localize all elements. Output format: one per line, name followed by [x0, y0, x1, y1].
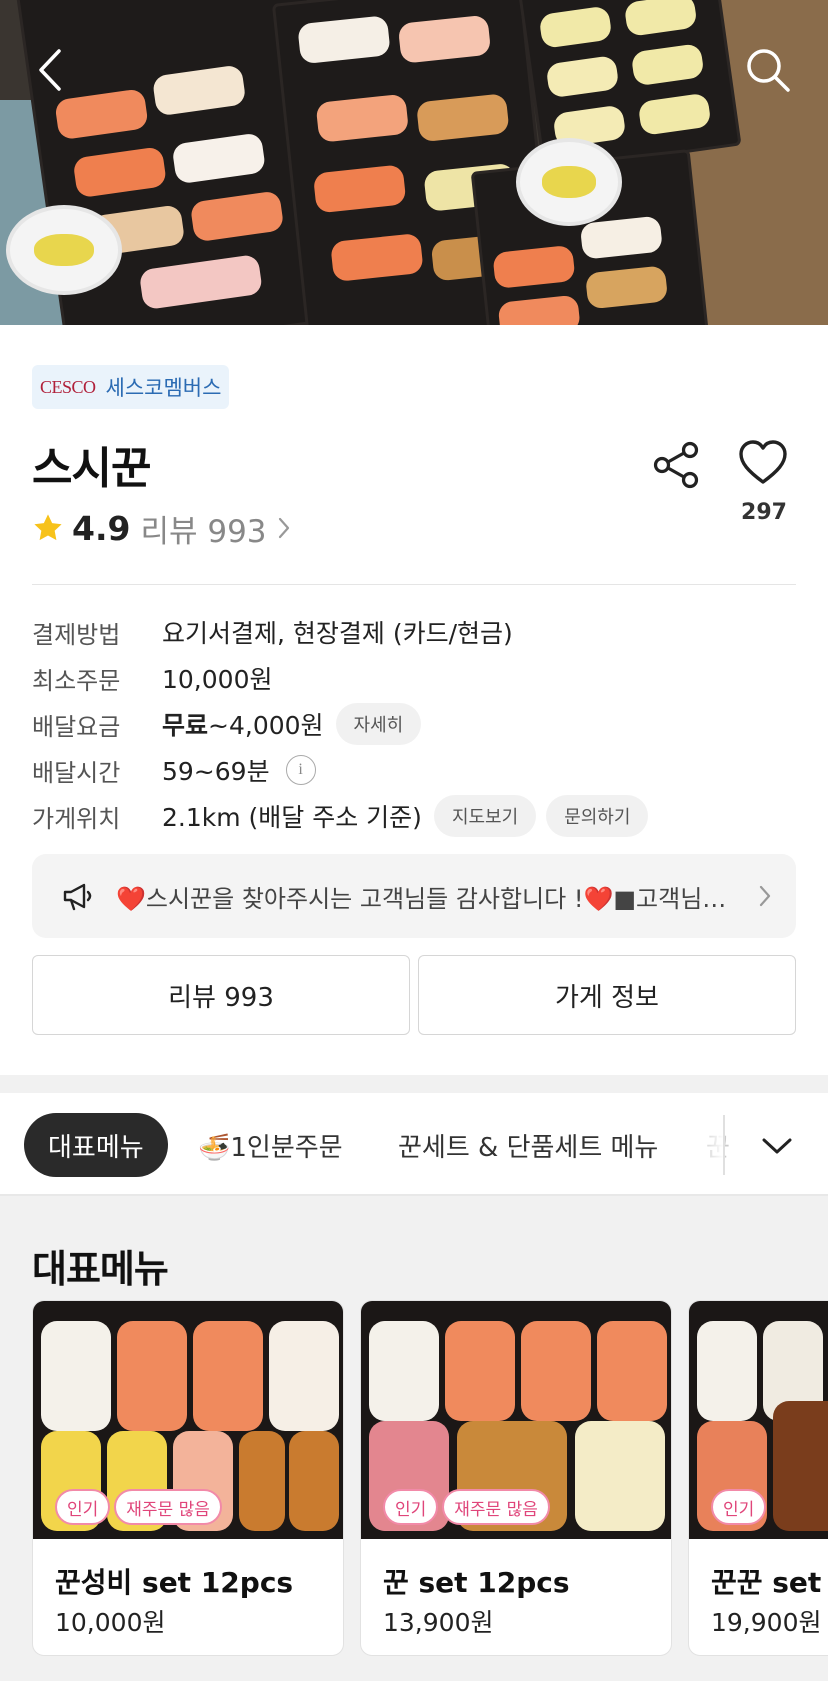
membership-badge-label: 세스코멤버스	[105, 376, 222, 400]
reorder-tag: 재주문 많음	[114, 1489, 222, 1525]
popular-tag: 인기	[711, 1489, 767, 1525]
chevron-right-icon	[278, 517, 289, 539]
section-title: 대표메뉴	[32, 1247, 169, 1291]
notice-text: ❤️스시꾼을 찾아주시는 고객님들 감사합니다 !❤️■고객님…	[116, 884, 727, 913]
info-row-min-order: 최소주문 10,000원	[32, 658, 272, 698]
chevron-left-icon	[39, 49, 61, 91]
share-button[interactable]	[652, 440, 702, 490]
menu-card[interactable]: 인기 꾼꾼 set 1 19,900원	[688, 1300, 828, 1656]
info-value: 무료~4,000원	[162, 706, 324, 742]
store-hero-image	[0, 0, 828, 325]
reorder-tag: 재주문 많음	[442, 1489, 550, 1525]
category-tab-single[interactable]: 🍜1인분주문	[198, 1113, 343, 1177]
info-row-delivery-fee: 배달요금 무료~4,000원 자세히	[32, 703, 422, 745]
category-nav: 대표메뉴 🍜1인분주문 꾼세트 & 단품세트 메뉴 꾼	[0, 1093, 828, 1196]
popular-tag: 인기	[55, 1489, 111, 1525]
info-icon[interactable]: i	[285, 755, 316, 785]
menu-price: 10,000원	[55, 1608, 166, 1637]
menu-card[interactable]: 인기 재주문 많음 꾼 set 12pcs 13,900원	[360, 1300, 672, 1656]
info-label: 배달요금	[32, 712, 121, 741]
category-tab-sets[interactable]: 꾼세트 & 단품세트 메뉴	[398, 1113, 658, 1177]
info-label: 가게위치	[32, 804, 121, 833]
info-value: 10,000원	[162, 665, 273, 694]
info-row-payment: 결제방법 요기서결제, 현장결제 (카드/현금)	[32, 612, 513, 652]
menu-name: 꾼 set 12pcs	[383, 1566, 570, 1599]
menu-card[interactable]: 인기 재주문 많음 꾼성비 set 12pcs 10,000원	[32, 1300, 344, 1656]
inquiry-button[interactable]: 문의하기	[546, 795, 649, 837]
review-count-link[interactable]: 리뷰 993	[140, 506, 266, 551]
info-label: 결제방법	[32, 620, 121, 649]
favorite-count: 297	[741, 500, 787, 525]
fee-range: ~4,000원	[208, 711, 324, 740]
rating-row[interactable]: 4.9 리뷰 993	[32, 506, 291, 550]
favorite-button[interactable]	[738, 438, 788, 488]
fee-detail-button[interactable]: 자세히	[335, 703, 422, 745]
store-title: 스시꾼	[32, 443, 151, 494]
info-value: 2.1km (배달 주소 기준)	[162, 803, 422, 832]
chevron-down-icon	[762, 1138, 792, 1154]
expand-categories-button[interactable]	[750, 1119, 804, 1173]
menu-name: 꾼성비 set 12pcs	[55, 1566, 294, 1599]
menu-price: 13,900원	[383, 1608, 494, 1637]
menu-name: 꾼꾼 set 1	[711, 1566, 828, 1599]
star-icon	[34, 514, 62, 541]
nav-separator	[723, 1115, 725, 1175]
megaphone-icon	[63, 883, 92, 911]
info-value: 요기서결제, 현장결제 (카드/현금)	[162, 619, 513, 648]
pickled-radish-bowl	[6, 205, 122, 295]
info-row-delivery-time: 배달시간 59~69분 i	[32, 750, 316, 790]
pickled-radish-bowl	[516, 138, 622, 226]
info-row-location: 가게위치 2.1km (배달 주소 기준) 지도보기 문의하기	[32, 795, 649, 837]
heart-icon	[739, 440, 787, 484]
signature-menu-section: 대표메뉴 인기 재주문 많음 꾼성비 set 12pcs 10,000원 인기 …	[0, 1196, 828, 1681]
popular-tag: 인기	[383, 1489, 439, 1525]
store-info-tab[interactable]: 가게 정보	[418, 955, 796, 1035]
share-icon	[653, 441, 699, 489]
search-button[interactable]	[738, 40, 798, 100]
free-label: 무료	[162, 711, 209, 740]
map-button[interactable]: 지도보기	[433, 795, 537, 837]
category-tab-signature[interactable]: 대표메뉴	[24, 1113, 168, 1177]
section-divider	[0, 1075, 828, 1093]
back-button[interactable]	[20, 40, 80, 100]
nav-fade	[700, 1103, 724, 1183]
reviews-tab[interactable]: 리뷰 993	[32, 955, 410, 1035]
info-value: 59~69분	[162, 757, 270, 786]
divider	[32, 584, 796, 585]
menu-price: 19,900원	[711, 1608, 822, 1637]
store-notice[interactable]: ❤️스시꾼을 찾아주시는 고객님들 감사합니다 !❤️■고객님…	[32, 854, 796, 938]
cesco-logo: CESCO	[40, 376, 96, 397]
search-icon	[747, 49, 790, 92]
info-label: 최소주문	[32, 666, 121, 695]
chevron-right-icon	[759, 885, 771, 907]
rating-score: 4.9	[72, 508, 131, 548]
membership-badge: CESCO 세스코멤버스	[32, 365, 230, 409]
info-label: 배달시간	[32, 758, 121, 787]
